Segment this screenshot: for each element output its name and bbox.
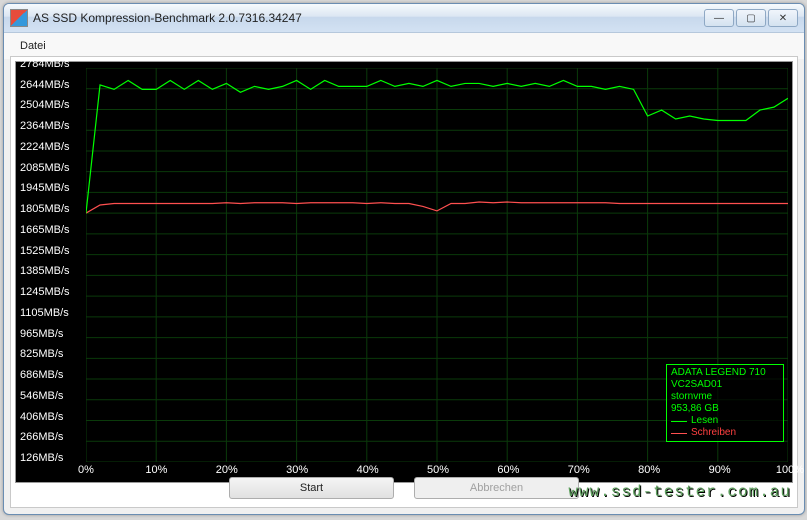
app-icon xyxy=(10,9,28,27)
legend-device: ADATA LEGEND 710 xyxy=(671,367,779,379)
y-tick-label: 825MB/s xyxy=(20,348,63,360)
x-tick-label: 20% xyxy=(216,464,238,476)
y-tick-label: 965MB/s xyxy=(20,328,63,340)
y-tick-label: 2085MB/s xyxy=(20,162,70,174)
x-tick-label: 80% xyxy=(638,464,660,476)
y-tick-label: 2224MB/s xyxy=(20,141,70,153)
y-tick-label: 2784MB/s xyxy=(20,58,70,70)
y-tick-label: 546MB/s xyxy=(20,390,63,402)
x-tick-label: 50% xyxy=(427,464,449,476)
y-tick-label: 406MB/s xyxy=(20,411,63,423)
y-tick-label: 126MB/s xyxy=(20,452,63,464)
window-controls: — ▢ ✕ xyxy=(704,9,798,27)
y-tick-label: 266MB/s xyxy=(20,431,63,443)
x-tick-label: 10% xyxy=(145,464,167,476)
close-button[interactable]: ✕ xyxy=(768,9,798,27)
y-tick-label: 1245MB/s xyxy=(20,286,70,298)
y-tick-label: 1525MB/s xyxy=(20,245,70,257)
x-tick-label: 70% xyxy=(568,464,590,476)
legend-driver: stornvme xyxy=(671,391,779,403)
y-tick-label: 2364MB/s xyxy=(20,120,70,132)
x-tick-label: 40% xyxy=(357,464,379,476)
menu-file[interactable]: Datei xyxy=(12,38,54,54)
x-tick-label: 90% xyxy=(709,464,731,476)
content-panel: 2784MB/s 2644MB/s 2504MB/s 2364MB/s 2224MB/s… xyxy=(10,56,798,508)
legend-read-row: Lesen xyxy=(671,415,779,427)
watermark-text: www.ssd-tester.com.au xyxy=(568,483,791,501)
x-tick-label: 30% xyxy=(286,464,308,476)
legend-write-label: Schreiben xyxy=(691,427,736,439)
y-tick-label: 1665MB/s xyxy=(20,224,70,236)
x-tick-label: 100% xyxy=(776,464,804,476)
start-button[interactable]: Start xyxy=(229,477,394,499)
legend-firmware: VC2SAD01 xyxy=(671,379,779,391)
maximize-button[interactable]: ▢ xyxy=(736,9,766,27)
cancel-button[interactable]: Abbrechen xyxy=(414,477,579,499)
plot-area: ADATA LEGEND 710 VC2SAD01 stornvme 953,8… xyxy=(86,68,788,462)
legend-capacity: 953,86 GB xyxy=(671,403,779,415)
minimize-button[interactable]: — xyxy=(704,9,734,27)
window-title: AS SSD Kompression-Benchmark 2.0.7316.34… xyxy=(33,11,302,25)
y-tick-label: 1105MB/s xyxy=(20,307,69,319)
x-tick-label: 0% xyxy=(78,464,94,476)
legend-write-row: Schreiben xyxy=(671,427,779,439)
y-tick-label: 2504MB/s xyxy=(20,99,70,111)
legend-write-line-icon xyxy=(671,433,687,434)
legend-read-line-icon xyxy=(671,421,687,422)
chart-area: 2784MB/s 2644MB/s 2504MB/s 2364MB/s 2224MB/s… xyxy=(15,61,793,483)
y-tick-label: 1385MB/s xyxy=(20,265,70,277)
maximize-icon: ▢ xyxy=(746,13,755,24)
close-icon: ✕ xyxy=(779,13,787,24)
y-tick-label: 2644MB/s xyxy=(20,79,70,91)
legend-box: ADATA LEGEND 710 VC2SAD01 stornvme 953,8… xyxy=(666,364,784,442)
y-tick-label: 1945MB/s xyxy=(20,182,70,194)
y-axis-labels: 2784MB/s2644MB/s2504MB/s2364MB/s2224MB/s… xyxy=(16,64,86,459)
app-window: AS SSD Kompression-Benchmark 2.0.7316.34… xyxy=(3,3,805,515)
x-tick-label: 60% xyxy=(497,464,519,476)
y-tick-label: 686MB/s xyxy=(20,369,63,381)
y-tick-label: 1805MB/s xyxy=(20,203,70,215)
legend-read-label: Lesen xyxy=(691,415,718,427)
minimize-icon: — xyxy=(714,13,724,24)
titlebar[interactable]: AS SSD Kompression-Benchmark 2.0.7316.34… xyxy=(4,4,804,33)
